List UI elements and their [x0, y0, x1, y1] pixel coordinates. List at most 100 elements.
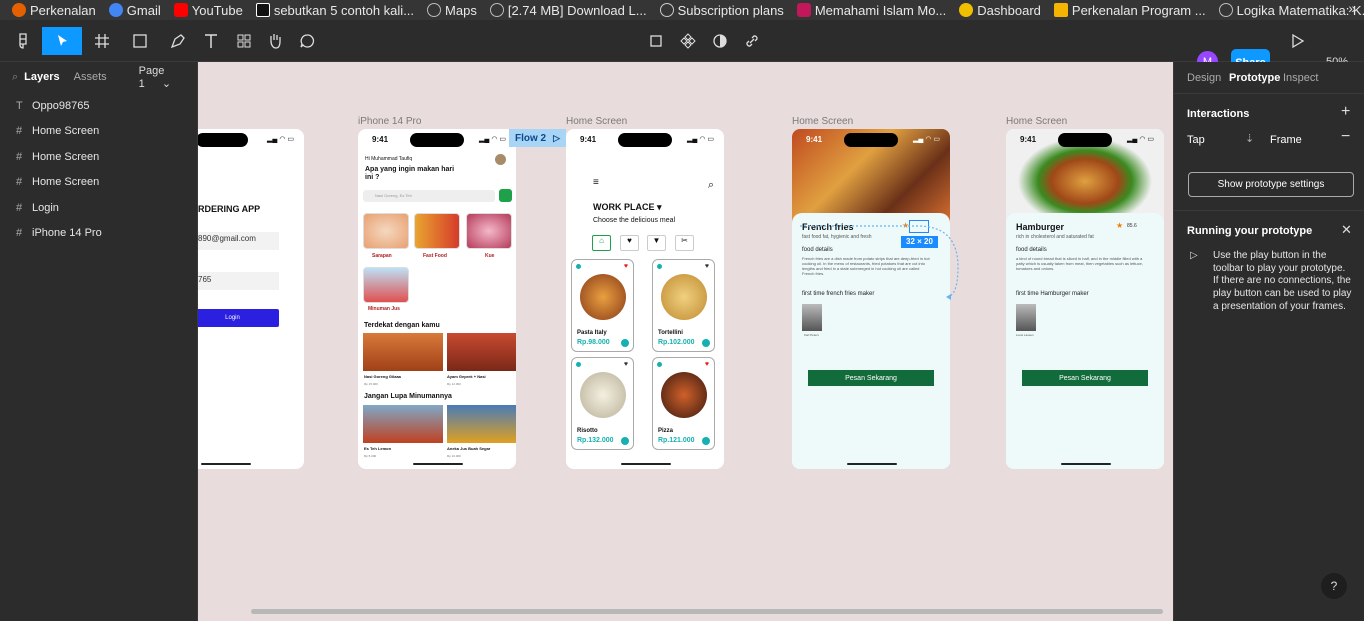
interaction-action[interactable]: Frame — [1270, 134, 1302, 146]
filter-button[interactable] — [499, 189, 512, 202]
remove-interaction-icon[interactable]: − — [1341, 128, 1350, 146]
category-sarapan[interactable] — [363, 213, 409, 249]
page-selector[interactable]: Page 1 ⌄ — [139, 65, 183, 90]
layer-item[interactable]: # Home Screen — [0, 170, 197, 196]
heart-icon[interactable]: ♥ — [705, 361, 709, 368]
layer-item[interactable]: # Home Screen — [0, 144, 197, 170]
prototype-connection-arrow[interactable] — [798, 212, 968, 307]
search-icon[interactable]: ⌕ — [12, 71, 18, 84]
funnel-filter-icon[interactable]: ▼ — [647, 235, 666, 251]
bookmark-dashboard[interactable]: Dashboard — [959, 3, 1041, 18]
search-icon[interactable]: ⌕ — [708, 179, 714, 192]
hand-tool-button[interactable] — [264, 27, 286, 55]
badge-dot — [576, 264, 581, 269]
cutlery-filter-icon[interactable]: ✂ — [675, 235, 694, 251]
home-indicator — [621, 463, 671, 465]
bookmark-youtube[interactable]: YouTube — [173, 3, 243, 18]
tab-layers[interactable]: Layers — [24, 71, 59, 83]
near-item-image[interactable] — [447, 333, 516, 371]
email-field[interactable]: 890@gmail.com — [198, 232, 279, 250]
shape-tool-button[interactable] — [126, 27, 154, 55]
drink-item-image[interactable] — [363, 405, 443, 443]
horizontal-scrollbar[interactable] — [251, 609, 1163, 614]
login-frame[interactable]: ▂▄ ◠ ▭ RDERING APP 890@gmail.com 765 Log… — [198, 129, 304, 469]
layer-item[interactable]: # Login — [0, 195, 197, 221]
crop-icon — [650, 35, 662, 47]
flow-starting-point[interactable]: Flow 2 ▷ — [509, 129, 566, 147]
near-item-image[interactable] — [363, 333, 443, 371]
move-tool-button[interactable] — [42, 27, 82, 55]
frame-label[interactable]: Home Screen — [1006, 116, 1067, 127]
link-button[interactable] — [741, 27, 763, 55]
menu-card[interactable]: ♥ Pasta Italy Rp.98.000 — [571, 259, 634, 352]
create-component-button[interactable] — [677, 27, 699, 55]
category-fastfood[interactable] — [414, 213, 460, 249]
order-button[interactable]: Pesan Sekarang — [1022, 370, 1148, 386]
pen-tool-button[interactable] — [164, 27, 192, 55]
add-icon[interactable] — [702, 437, 710, 445]
layer-item[interactable]: T Oppo98765 — [0, 93, 197, 119]
bookmark-logika[interactable]: Logika Matematika: K... — [1218, 3, 1364, 18]
bookmark-subscription[interactable]: Subscription plans — [659, 3, 784, 18]
heart-icon[interactable]: ♥ — [624, 263, 628, 270]
heart-filter-icon[interactable]: ♥ — [620, 235, 639, 251]
category-kue[interactable] — [466, 213, 512, 249]
show-prototype-settings-button[interactable]: Show prototype settings — [1188, 172, 1354, 197]
order-button[interactable]: Pesan Sekarang — [808, 370, 934, 386]
crop-button[interactable] — [645, 27, 667, 55]
frame-label[interactable]: iPhone 14 Pro — [358, 116, 421, 127]
hamburger-menu-icon[interactable]: ≡ — [593, 178, 599, 188]
add-icon[interactable] — [621, 437, 629, 445]
interaction-trigger[interactable]: Tap — [1187, 134, 1205, 146]
frame-tool-button[interactable] — [88, 27, 116, 55]
help-button[interactable]: ? — [1321, 573, 1347, 599]
add-icon[interactable] — [702, 339, 710, 347]
bookmark-download[interactable]: [2.74 MB] Download L... — [489, 3, 647, 18]
present-button[interactable] — [1287, 27, 1307, 55]
add-icon[interactable] — [621, 339, 629, 347]
home-filter-icon[interactable]: ⌂ — [592, 235, 611, 251]
frame-label[interactable]: Home Screen — [792, 116, 853, 127]
login-button[interactable]: Login — [198, 309, 279, 327]
main-menu-button[interactable] — [8, 27, 38, 55]
drink-item-image[interactable] — [447, 405, 516, 443]
resources-button[interactable] — [233, 27, 255, 55]
layer-item[interactable]: # iPhone 14 Pro — [0, 221, 197, 247]
heart-icon[interactable]: ♥ — [705, 263, 709, 270]
mask-button[interactable] — [709, 27, 731, 55]
bookmark-gmail[interactable]: Gmail — [108, 3, 161, 18]
menu-card[interactable]: ♥ Pizza Rp.121.000 — [652, 357, 715, 450]
bookmark-maps[interactable]: Maps — [427, 3, 477, 18]
search-field[interactable]: Nasi Goreng, Es Teh — [363, 190, 495, 202]
add-interaction-icon[interactable]: + — [1341, 103, 1350, 121]
tab-prototype[interactable]: Prototype — [1229, 72, 1280, 84]
home-screen-1-frame[interactable]: 9:41 ▂▄ ◠ ▭ Hi Muhammad Taufiq Apa yang … — [358, 129, 516, 469]
play-icon[interactable]: ▷ — [553, 133, 560, 144]
frame-label[interactable]: Home Screen — [566, 116, 627, 127]
bookmark-islam[interactable]: Memahami Islam Mo... — [796, 3, 946, 18]
close-icon[interactable]: ✕ — [1341, 222, 1352, 238]
menu-card[interactable]: ♥ Tortellini Rp.102.000 — [652, 259, 715, 352]
comment-tool-button[interactable] — [296, 27, 318, 55]
password-field[interactable]: 765 — [198, 272, 279, 290]
bookmark-brainly[interactable]: sebutkan 5 contoh kali... — [255, 3, 414, 18]
tab-design[interactable]: Design — [1187, 72, 1221, 84]
tab-assets[interactable]: Assets — [74, 71, 107, 83]
hamburger-frame[interactable]: 9:41 ▂▄ ◠ ▭ Hamburger ★ 85.6 rich in cho… — [1006, 129, 1164, 469]
menu-card[interactable]: ♥ Risotto Rp.132.000 — [571, 357, 634, 450]
layer-item[interactable]: # Home Screen — [0, 119, 197, 145]
bookmark-program[interactable]: Perkenalan Program ... — [1053, 3, 1206, 18]
workplace-title[interactable]: WORK PLACE ▾ — [593, 202, 662, 213]
more-bookmarks-icon[interactable]: » — [1348, 0, 1356, 16]
category-jus[interactable] — [363, 267, 409, 303]
design-canvas[interactable]: iPhone 14 Pro Home Screen Home Screen Ho… — [198, 62, 1173, 621]
openai-icon — [659, 3, 674, 17]
tab-inspect[interactable]: Inspect — [1283, 72, 1318, 84]
subtitle: Choose the delicious meal — [593, 217, 676, 224]
text-tool-button[interactable] — [200, 27, 222, 55]
heart-icon[interactable]: ♥ — [624, 361, 628, 368]
slides-icon — [1053, 3, 1068, 17]
bookmark-perkenalan[interactable]: Perkenalan — [12, 3, 96, 18]
profile-avatar[interactable] — [495, 154, 506, 165]
home-screen-2-frame[interactable]: 9:41 ▂▄ ◠ ▭ ≡ ⌕ WORK PLACE ▾ Choose the … — [566, 129, 724, 469]
